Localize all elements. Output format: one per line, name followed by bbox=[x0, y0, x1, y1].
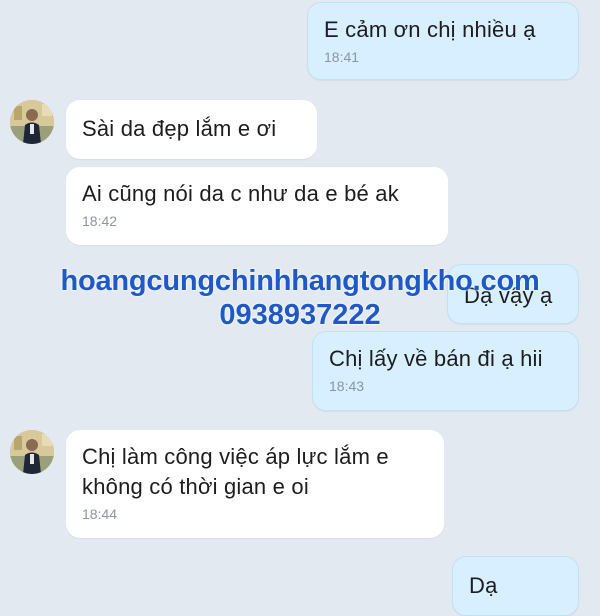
incoming-message[interactable]: Chị làm công việc áp lực lắm e không có … bbox=[66, 430, 444, 538]
outgoing-message[interactable]: E cảm ơn chị nhiều ạ 18:41 bbox=[307, 2, 579, 80]
message-time: 18:43 bbox=[329, 378, 365, 394]
message-text: Dạ vậy ạ bbox=[464, 283, 553, 308]
message-text: Chị lấy về bán đi ạ hii bbox=[329, 346, 543, 371]
message-text: E cảm ơn chị nhiều ạ bbox=[324, 17, 536, 42]
message-text: Ai cũng nói da c như da e bé ak bbox=[82, 181, 399, 206]
message-text: Sài da đẹp lắm e ơi bbox=[82, 116, 277, 141]
contact-avatar[interactable] bbox=[10, 430, 54, 474]
person-icon bbox=[10, 100, 54, 144]
message-text: Chị làm công việc áp lực lắm e không có … bbox=[82, 444, 389, 499]
incoming-message[interactable]: Ai cũng nói da c như da e bé ak 18:42 bbox=[66, 167, 448, 245]
incoming-message[interactable]: Sài da đẹp lắm e ơi bbox=[66, 100, 317, 159]
outgoing-message[interactable]: Dạ bbox=[452, 556, 579, 616]
outgoing-message[interactable]: Dạ vậy ạ bbox=[447, 264, 579, 324]
contact-avatar[interactable] bbox=[10, 100, 54, 144]
message-time: 18:41 bbox=[324, 49, 360, 65]
message-text: Dạ bbox=[469, 573, 498, 598]
outgoing-message[interactable]: Chị lấy về bán đi ạ hii 18:43 bbox=[312, 331, 579, 411]
message-time: 18:42 bbox=[82, 213, 118, 229]
message-time: 18:44 bbox=[82, 506, 118, 522]
person-icon bbox=[10, 430, 54, 474]
